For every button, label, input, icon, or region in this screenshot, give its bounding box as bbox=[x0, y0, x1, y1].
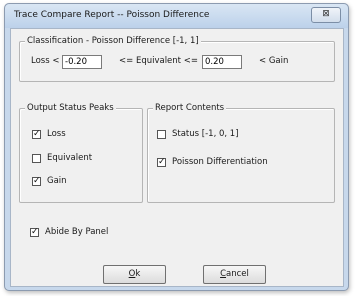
loss-threshold-input[interactable] bbox=[62, 55, 102, 69]
classification-group: Classification - Poisson Difference [-1,… bbox=[19, 36, 335, 82]
cancel-button[interactable]: Cancel bbox=[203, 265, 266, 284]
title-bar[interactable]: Trace Compare Report -- Poisson Differen… bbox=[5, 4, 348, 28]
equivalent-label: <= Equivalent <= bbox=[119, 56, 198, 66]
window-title: Trace Compare Report -- Poisson Differen… bbox=[14, 10, 210, 20]
status-checkbox[interactable]: Status [-1, 0, 1] bbox=[157, 129, 239, 139]
abide-by-panel-label: Abide By Panel bbox=[45, 227, 109, 237]
output-status-group: Output Status Peaks ✓ Loss Equivalent ✓ … bbox=[19, 103, 143, 203]
abide-by-panel-checkbox[interactable]: ✓ Abide By Panel bbox=[30, 227, 108, 237]
dialog-window: Trace Compare Report -- Poisson Differen… bbox=[4, 3, 349, 291]
gain-threshold-input[interactable] bbox=[202, 55, 242, 69]
check-icon: ✓ bbox=[33, 128, 41, 139]
poisson-differentiation-label: Poisson Differentiation bbox=[172, 157, 268, 167]
poisson-differentiation-checkbox[interactable]: ✓ Poisson Differentiation bbox=[157, 157, 268, 167]
report-contents-legend: Report Contents bbox=[153, 103, 227, 113]
equivalent-checkbox[interactable]: Equivalent bbox=[32, 153, 92, 163]
loss-threshold-label: Loss < bbox=[31, 56, 60, 66]
ok-button[interactable]: Ok bbox=[103, 265, 166, 284]
checkbox-box bbox=[157, 129, 166, 139]
loss-checkbox-label: Loss bbox=[47, 129, 66, 139]
checkbox-box: ✓ bbox=[30, 226, 39, 237]
gain-checkbox-label: Gain bbox=[47, 176, 67, 186]
gain-checkbox[interactable]: ✓ Gain bbox=[32, 176, 67, 186]
check-icon: ✓ bbox=[158, 156, 166, 167]
gain-label: < Gain bbox=[259, 56, 289, 66]
report-contents-group: Report Contents Status [-1, 0, 1] ✓ Pois… bbox=[147, 103, 335, 203]
checkbox-box: ✓ bbox=[157, 156, 166, 167]
checkbox-box: ✓ bbox=[32, 128, 41, 139]
equivalent-checkbox-label: Equivalent bbox=[47, 153, 93, 163]
cancel-label-rest: ancel bbox=[226, 269, 249, 279]
checkbox-box: ✓ bbox=[32, 175, 41, 186]
check-icon: ✓ bbox=[31, 226, 39, 237]
dialog-body: Classification - Poisson Difference [-1,… bbox=[10, 28, 344, 287]
check-icon: ✓ bbox=[33, 175, 41, 186]
loss-checkbox[interactable]: ✓ Loss bbox=[32, 129, 66, 139]
output-status-legend: Output Status Peaks bbox=[25, 103, 116, 113]
close-icon: ⊠ bbox=[322, 9, 330, 19]
checkbox-box bbox=[32, 153, 41, 163]
status-checkbox-label: Status [-1, 0, 1] bbox=[172, 129, 239, 139]
ok-label-rest: k bbox=[135, 269, 141, 279]
close-button[interactable]: ⊠ bbox=[311, 7, 341, 23]
classification-legend: Classification - Poisson Difference [-1,… bbox=[25, 36, 201, 46]
